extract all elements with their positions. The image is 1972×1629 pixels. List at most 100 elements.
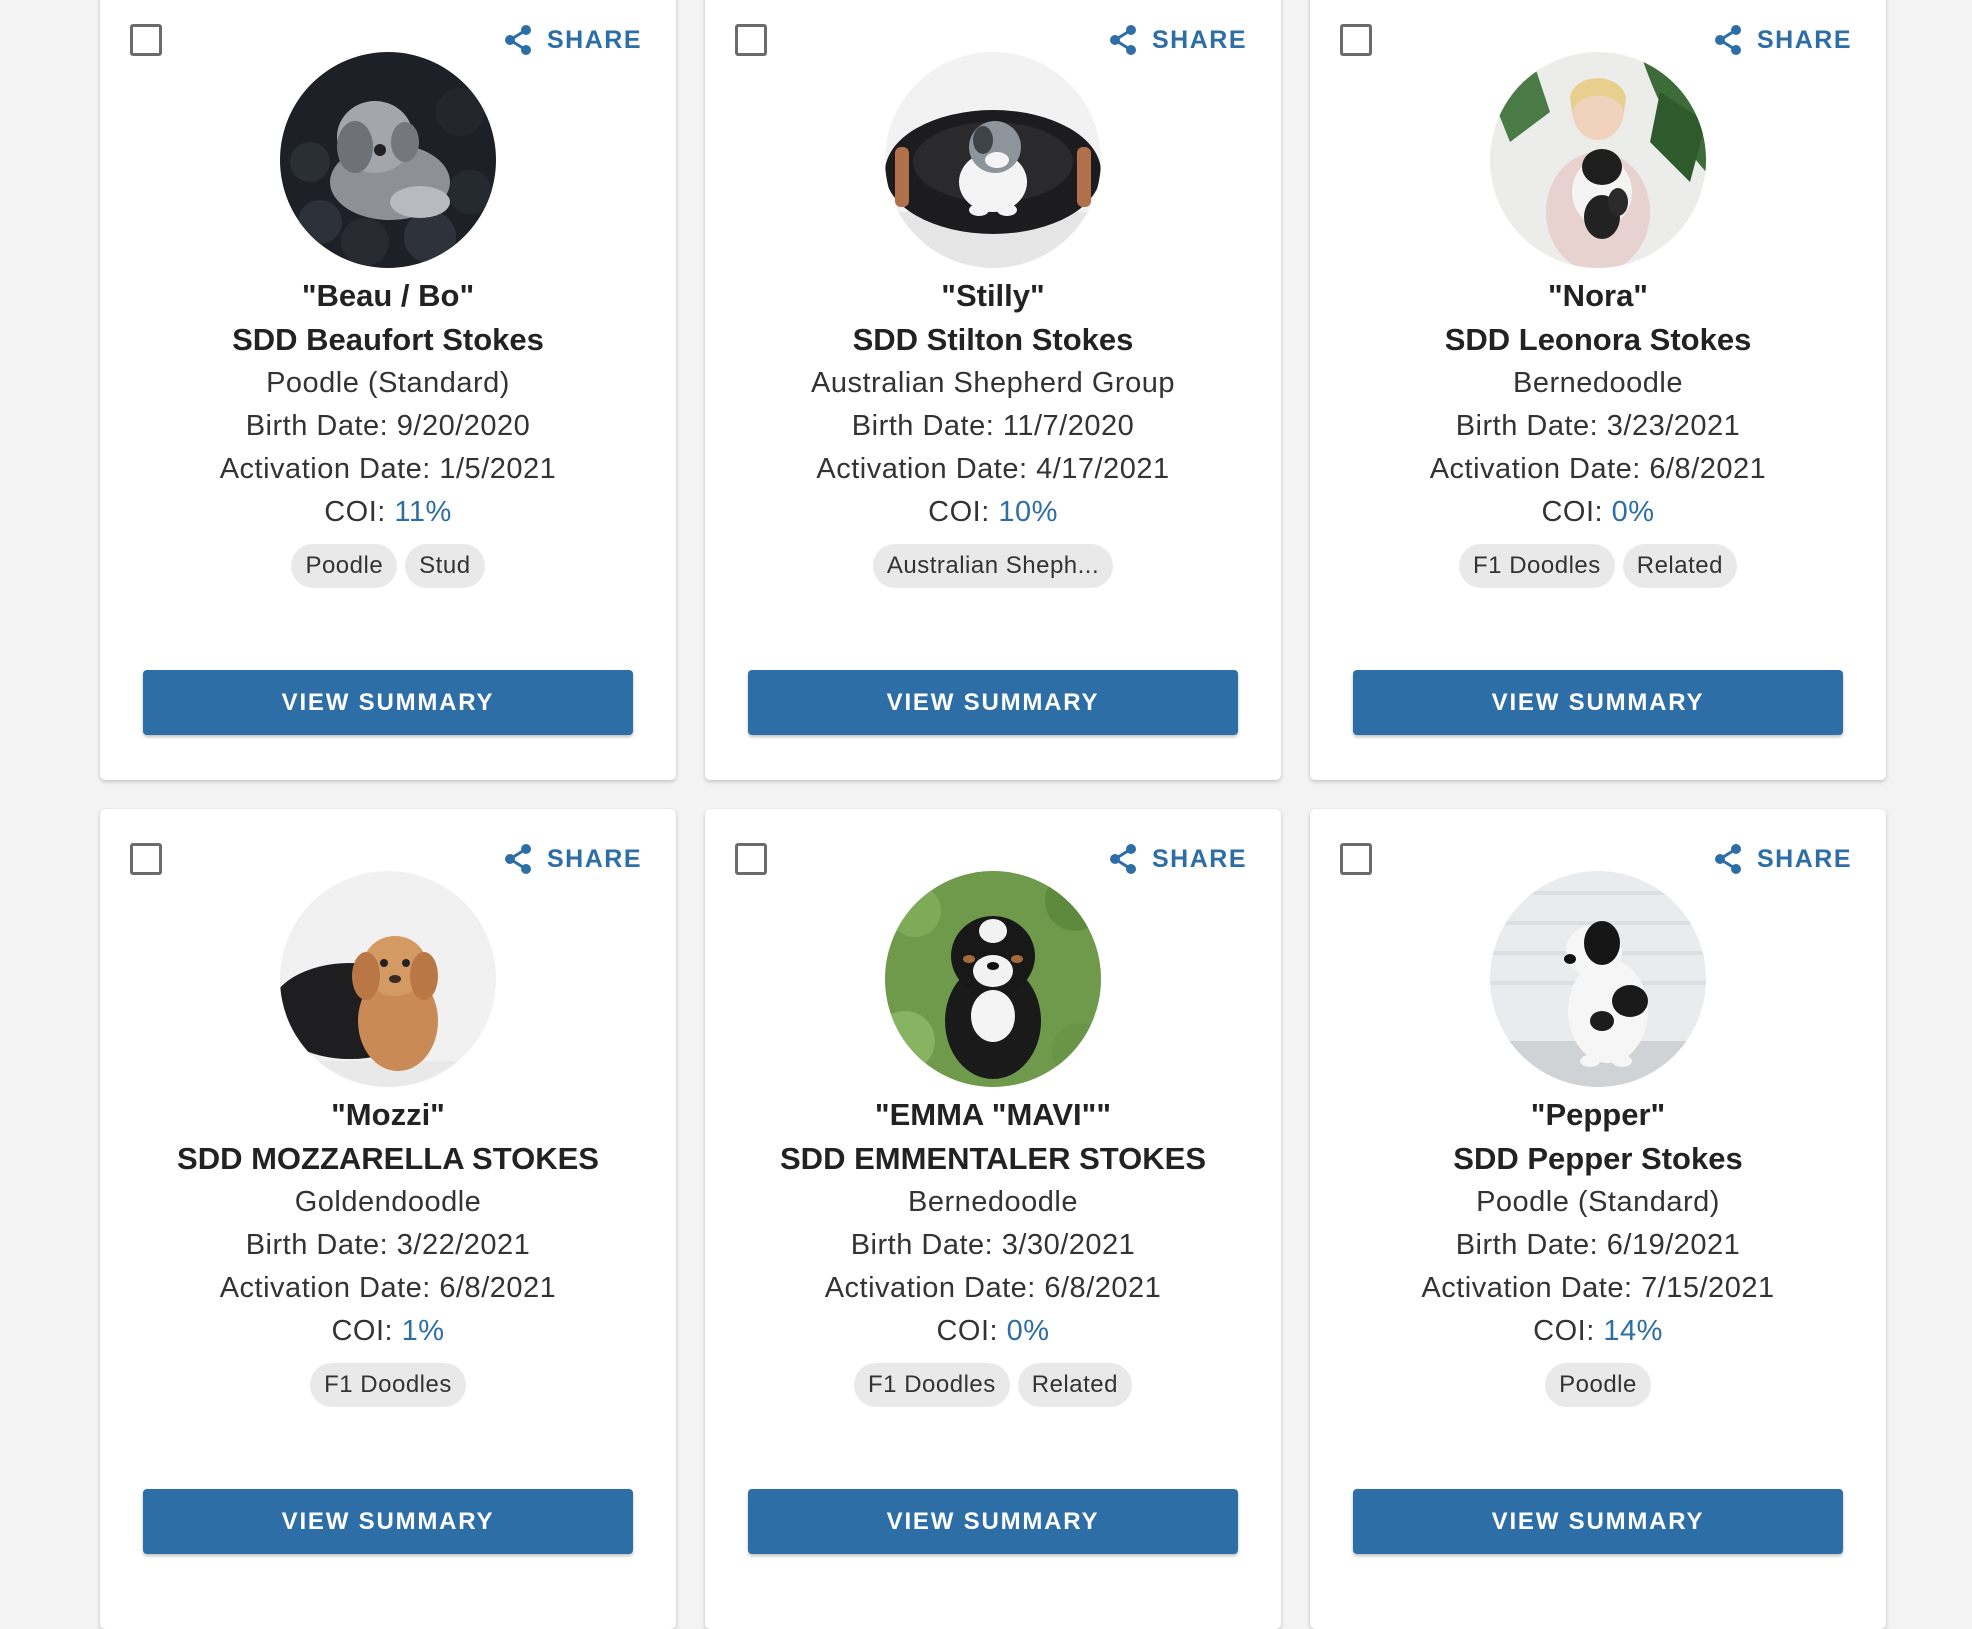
share-button[interactable]: SHARE [503,24,642,56]
share-label: SHARE [1756,844,1852,873]
dog-registered-name: SDD Pepper Stokes [1453,1141,1743,1176]
coi-row: COI: 1% [100,1310,676,1353]
coi-row: COI: 11% [100,491,676,534]
coi-value: 0% [1611,496,1655,528]
share-icon [504,25,531,55]
dog-nickname: "Stilly" [941,278,1045,313]
tag-chip: Related [1622,544,1737,588]
share-button[interactable]: SHARE [1108,843,1247,875]
view-summary-button[interactable]: VIEW SUMMARY [143,1489,633,1554]
tag-list: F1 Doodles Related [705,1363,1281,1407]
dog-photo [885,52,1101,268]
dog-card: SHARE "Stilly" SDD Stilton Stokes Austra… [705,0,1281,780]
gray-poodle-puppy-photo-icon [280,52,496,268]
select-checkbox[interactable] [130,24,162,56]
birth-date-label: Birth Date: [850,1229,1002,1261]
share-button[interactable]: SHARE [1713,843,1852,875]
view-summary-button[interactable]: VIEW SUMMARY [1353,670,1843,735]
activation-date-label: Activation Date: [1429,453,1650,485]
dog-photo [280,871,496,1087]
activation-date-value: 6/8/2021 [1044,1272,1162,1304]
dog-registered-name: SDD MOZZARELLA STOKES [177,1141,599,1176]
parti-poodle-puppy-photo-icon [1490,871,1706,1087]
share-icon [1714,844,1741,874]
coi-value: 14% [1603,1315,1663,1347]
dog-photo [1490,871,1706,1087]
tag-chip: Poodle [291,544,398,588]
tag-list: Australian Sheph... [705,544,1281,588]
dog-card-grid: SHARE "Beau / Bo" SDD Beaufort Stokes Po… [100,0,1886,1629]
share-label: SHARE [546,844,642,873]
share-button[interactable]: SHARE [503,843,642,875]
select-checkbox[interactable] [735,843,767,875]
dog-breed: Poodle (Standard) [266,367,510,399]
dog-nickname: "EMMA "MAVI"" [874,1097,1112,1132]
tag-chip: Related [1017,1363,1132,1407]
dog-photo [1490,52,1706,268]
share-button[interactable]: SHARE [1713,24,1852,56]
activation-date-value: 4/17/2021 [1036,453,1170,485]
coi-label: COI: [331,1315,402,1347]
share-icon [1109,25,1136,55]
birth-date-label: Birth Date: [245,1229,397,1261]
girl-holding-puppy-photo-icon [1490,52,1706,268]
activation-date-row: Activation Date: 6/8/2021 [100,1267,676,1310]
coi-label: COI: [928,496,999,528]
select-checkbox[interactable] [130,843,162,875]
activation-date-row: Activation Date: 1/5/2021 [100,448,676,491]
birth-date-value: 3/23/2021 [1606,410,1741,442]
dog-registered-name: SDD Leonora Stokes [1444,322,1752,357]
birth-date-row: Birth Date: 3/22/2021 [100,1224,676,1267]
dog-card: SHARE "Mozzi" SDD MOZZARELLA STOKES Gold… [100,809,676,1629]
dog-nickname: "Nora" [1547,278,1649,313]
coi-row: COI: 10% [705,491,1281,534]
dog-nickname: "Mozzi" [331,1097,445,1132]
dog-registered-name: SDD EMMENTALER STOKES [780,1141,1206,1176]
select-checkbox[interactable] [1340,843,1372,875]
dog-breed: Bernedoodle [1513,367,1683,399]
dog-nickname: "Beau / Bo" [301,278,475,313]
dog-info: "Stilly" SDD Stilton Stokes Australian S… [705,274,1281,588]
birth-date-value: 11/7/2020 [1002,410,1135,442]
birth-date-label: Birth Date: [1455,410,1607,442]
activation-date-row: Activation Date: 4/17/2021 [705,448,1281,491]
dog-breed: Poodle (Standard) [1476,1186,1720,1218]
tag-chip: F1 Doodles [310,1363,466,1407]
birth-date-label: Birth Date: [851,410,1003,442]
birth-date-value: 9/20/2020 [396,410,531,442]
share-icon [504,844,531,874]
coi-value: 1% [401,1315,445,1347]
tag-chip: Stud [405,544,485,588]
activation-date-row: Activation Date: 7/15/2021 [1310,1267,1886,1310]
select-checkbox[interactable] [1340,24,1372,56]
tag-chip: F1 Doodles [1459,544,1615,588]
coi-label: COI: [1533,1315,1604,1347]
dog-photo [885,871,1101,1087]
dog-breed: Australian Shepherd Group [811,367,1175,399]
dog-info: "Mozzi" SDD MOZZARELLA STOKES Goldendood… [100,1093,676,1407]
activation-date-value: 6/8/2021 [1649,453,1767,485]
coi-row: COI: 0% [1310,491,1886,534]
coi-label: COI: [936,1315,1007,1347]
select-checkbox[interactable] [735,24,767,56]
tag-chip: F1 Doodles [854,1363,1010,1407]
share-label: SHARE [1151,844,1247,873]
aussie-puppy-in-chair-photo-icon [885,52,1101,268]
activation-date-label: Activation Date: [816,453,1037,485]
coi-value: 0% [1006,1315,1050,1347]
view-summary-button[interactable]: VIEW SUMMARY [1353,1489,1843,1554]
view-summary-button[interactable]: VIEW SUMMARY [748,670,1238,735]
dog-registered-name: SDD Beaufort Stokes [232,322,544,357]
tag-chip: Australian Sheph... [872,544,1114,588]
dog-info: "Beau / Bo" SDD Beaufort Stokes Poodle (… [100,274,676,588]
share-button[interactable]: SHARE [1108,24,1247,56]
view-summary-button[interactable]: VIEW SUMMARY [143,670,633,735]
view-summary-button[interactable]: VIEW SUMMARY [748,1489,1238,1554]
share-icon [1109,844,1136,874]
tag-list: Poodle Stud [100,544,676,588]
activation-date-row: Activation Date: 6/8/2021 [705,1267,1281,1310]
activation-date-label: Activation Date: [1421,1272,1642,1304]
dog-breed: Goldendoodle [294,1186,482,1218]
birth-date-value: 3/30/2021 [1001,1229,1136,1261]
activation-date-label: Activation Date: [824,1272,1045,1304]
